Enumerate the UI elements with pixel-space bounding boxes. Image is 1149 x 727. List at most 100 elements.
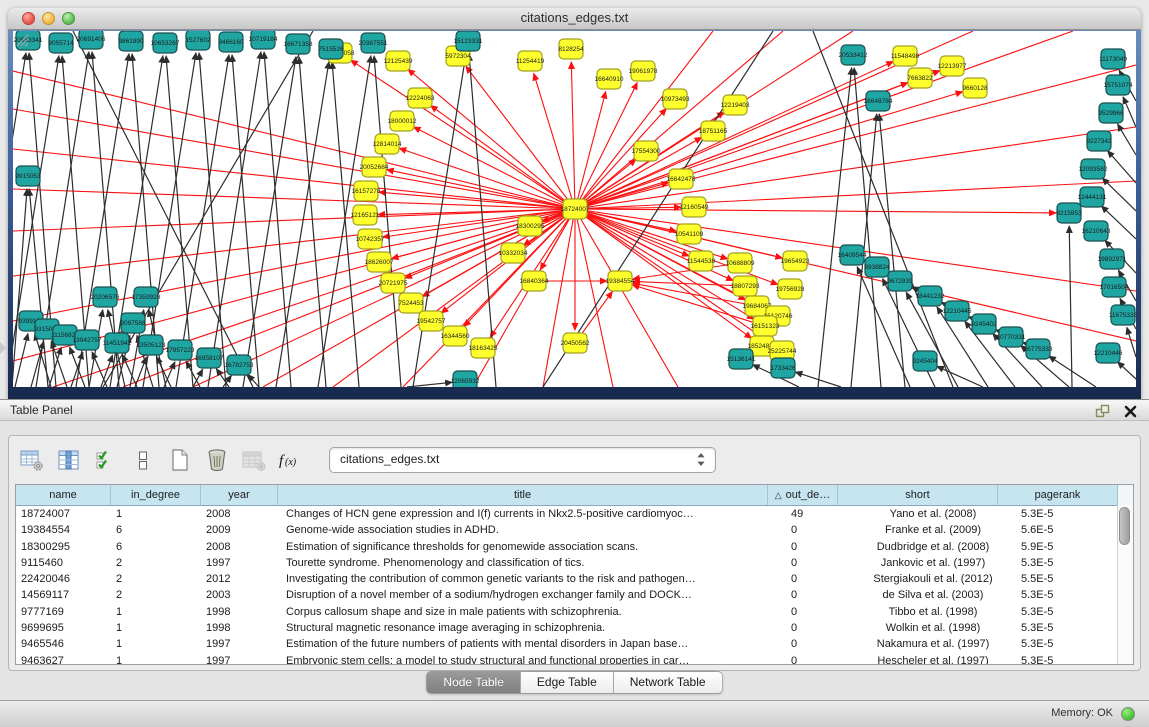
graph-node[interactable]: 8215953: [1056, 203, 1082, 223]
table-row[interactable]: 1938455462009Genome-wide association stu…: [16, 522, 1133, 538]
close-panel-icon[interactable]: [1124, 405, 1137, 423]
graph-node[interactable]: 10719184: [249, 31, 278, 49]
graph-node[interactable]: 9227342: [1086, 131, 1112, 151]
table-row[interactable]: 2242004622012Investigating the contribut…: [16, 571, 1133, 587]
column-header-pagerank[interactable]: pagerank: [998, 485, 1118, 505]
network-canvas[interactable]: 1872400722620058121254395972304112544198…: [13, 31, 1136, 387]
network-view-window[interactable]: citations_edges.txt 18724007226200581212…: [8, 8, 1141, 399]
graph-node[interactable]: 18441232: [916, 286, 945, 306]
graph-node[interactable]: 15136141: [727, 349, 756, 369]
graph-node[interactable]: 20450562: [561, 333, 590, 353]
table-row[interactable]: 1456911722003Disruption of a novel membe…: [16, 587, 1133, 603]
table-row[interactable]: 1830029562008Estimation of significance …: [16, 539, 1133, 555]
close-window-button[interactable]: [22, 12, 35, 25]
graph-node[interactable]: 18300295: [516, 216, 545, 236]
new-column-icon[interactable]: [167, 447, 193, 473]
graph-node[interactable]: 11544530: [687, 251, 716, 271]
memory-ok-indicator[interactable]: [1121, 707, 1135, 721]
graph-node[interactable]: 16344560: [441, 326, 470, 346]
graph-node[interactable]: 12125439: [384, 51, 413, 71]
graph-edge[interactable]: [466, 66, 575, 209]
graph-edge[interactable]: [1102, 178, 1136, 211]
graph-node[interactable]: 17957223: [166, 340, 195, 360]
graph-node[interactable]: 9097588: [120, 313, 146, 333]
graph-node[interactable]: 20052684: [360, 157, 389, 177]
graph-node[interactable]: 9660128: [962, 78, 988, 98]
delete-columns-icon[interactable]: [204, 447, 230, 473]
graph-node[interactable]: 15123331: [454, 31, 483, 51]
graph-edge[interactable]: [633, 282, 745, 286]
table-mode-icon[interactable]: [19, 447, 45, 473]
graph-node[interactable]: 7524453: [398, 293, 424, 313]
graph-edge[interactable]: [575, 31, 853, 209]
resize-grip-icon[interactable]: [13, 31, 29, 47]
graph-node[interactable]: 18163425: [469, 338, 498, 358]
graph-node[interactable]: 9245404: [912, 351, 938, 371]
column-header-name[interactable]: name: [16, 485, 111, 505]
graph-node[interactable]: 19384554: [606, 271, 635, 291]
graph-node[interactable]: 16671358: [284, 34, 313, 54]
graph-edge[interactable]: [543, 209, 575, 387]
function-builder-icon[interactable]: f(x): [278, 447, 304, 473]
graph-node[interactable]: 10653267: [151, 33, 180, 53]
graph-node[interactable]: 13942757: [73, 330, 102, 350]
graph-node[interactable]: 1733426: [770, 358, 796, 378]
graph-edge[interactable]: [73, 31, 253, 387]
graph-edge[interactable]: [575, 61, 893, 209]
graph-edge[interactable]: [1127, 327, 1136, 357]
table-selector-dropdown[interactable]: citations_edges.txt: [329, 447, 716, 473]
column-header-title[interactable]: title: [278, 485, 768, 505]
graph-node[interactable]: 16640910: [595, 69, 624, 89]
scrollbar-thumb[interactable]: [1119, 507, 1130, 545]
graph-node[interactable]: 15751074: [1104, 75, 1133, 95]
graph-node[interactable]: 16157278: [352, 181, 381, 201]
graph-node[interactable]: 16648784: [864, 91, 893, 111]
column-header-year[interactable]: year: [201, 485, 278, 505]
graph-node[interactable]: 11451941: [103, 333, 132, 353]
graph-node[interactable]: 7515526: [318, 39, 344, 59]
show-columns-icon[interactable]: [56, 447, 82, 473]
graph-node[interactable]: 10688809: [726, 253, 755, 273]
graph-node[interactable]: 8128254: [558, 39, 584, 59]
graph-node[interactable]: 9466160: [218, 32, 244, 52]
window-titlebar[interactable]: citations_edges.txt: [8, 8, 1141, 30]
graph-node[interactable]: 1527602: [185, 31, 211, 50]
graph-edge[interactable]: [1108, 151, 1136, 183]
column-header-short[interactable]: short: [838, 485, 998, 505]
graph-node[interactable]: 11173049: [1099, 49, 1127, 69]
graph-node[interactable]: 20691406: [77, 31, 106, 49]
graph-node[interactable]: 12165121: [351, 205, 380, 225]
table-row[interactable]: 911546021997Tourette syndrome. Phenomeno…: [16, 555, 1133, 571]
graph-node[interactable]: 19542757: [417, 311, 446, 331]
vertical-scrollbar[interactable]: [1117, 505, 1133, 664]
graph-node[interactable]: 12065932: [451, 371, 480, 387]
graph-node[interactable]: 19756928: [776, 279, 805, 299]
table-row[interactable]: 977716911998Corpus callosum shape and si…: [16, 604, 1133, 620]
graph-node[interactable]: 16210643: [1082, 221, 1111, 241]
graph-edge[interactable]: [176, 55, 229, 387]
graph-node[interactable]: 10770331: [997, 327, 1026, 347]
table-row[interactable]: 946362711997Embryonic stem cells: a mode…: [16, 653, 1133, 665]
graph-node[interactable]: 18000012: [388, 111, 417, 131]
graph-node[interactable]: 9672939: [887, 271, 913, 291]
graph-edge[interactable]: [374, 56, 401, 387]
graph-edge[interactable]: [166, 56, 193, 387]
graph-node[interactable]: 8938824: [864, 257, 890, 277]
graph-edge[interactable]: [13, 209, 575, 231]
table-row[interactable]: 969969511998Structural magnetic resonanc…: [16, 620, 1133, 636]
graph-edge[interactable]: [575, 209, 1056, 213]
graph-edge[interactable]: [13, 53, 26, 387]
graph-edge[interactable]: [135, 357, 146, 387]
graph-node[interactable]: 10541109: [675, 224, 704, 244]
graph-node[interactable]: 11548498: [891, 46, 920, 66]
graph-node[interactable]: 12219403: [721, 95, 750, 115]
graph-node[interactable]: 19061978: [629, 61, 658, 81]
graph-node[interactable]: 11675333: [1109, 305, 1136, 325]
graph-edge[interactable]: [534, 73, 575, 209]
graph-edge[interactable]: [13, 71, 575, 209]
graph-node[interactable]: 12444131: [1078, 187, 1107, 207]
zoom-window-button[interactable]: [62, 12, 75, 25]
graph-node[interactable]: 17016504: [1100, 277, 1129, 297]
graph-edge[interactable]: [1069, 226, 1072, 387]
graph-edge[interactable]: [276, 62, 329, 387]
